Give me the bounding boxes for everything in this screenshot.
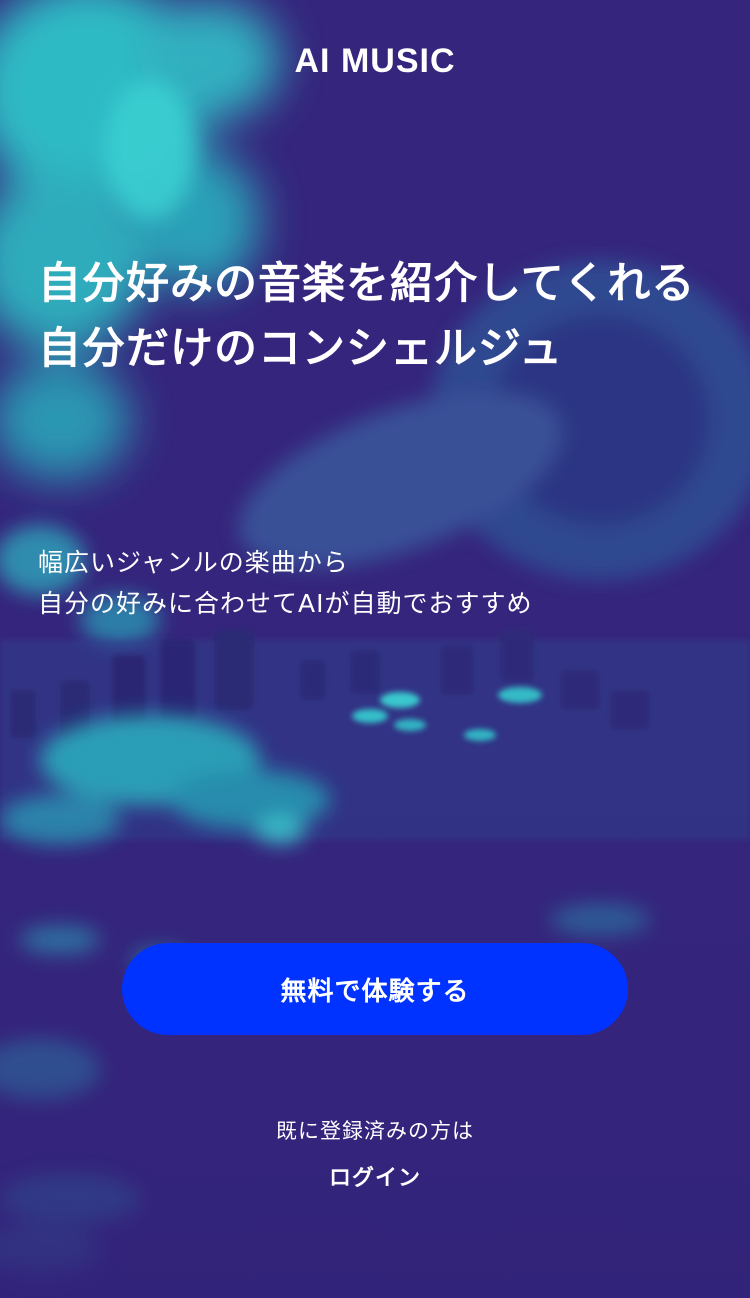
page-headline: 自分好みの音楽を紹介してくれる 自分だけのコンシェルジュ <box>38 252 728 382</box>
app-logo: AI MUSIC <box>294 42 456 80</box>
lead-text: 幅広いジャンルの楽曲から 自分の好みに合わせてAIが自動でおすすめ <box>38 542 728 624</box>
headline-line-1: 自分好みの音楽を紹介してくれる <box>38 259 696 309</box>
lead-line-1: 幅広いジャンルの楽曲から <box>38 548 349 577</box>
headline-line-2: 自分だけのコンシェルジュ <box>38 324 563 374</box>
lead-line-2: 自分の好みに合わせてAIが自動でおすすめ <box>38 589 533 618</box>
landing-screen: AI MUSIC 自分好みの音楽を紹介してくれる 自分だけのコンシェルジュ 幅広… <box>0 0 750 1298</box>
free-trial-button[interactable]: 無料で体験する <box>122 943 628 1035</box>
background-image <box>0 0 750 1298</box>
login-area: ログイン <box>0 1160 750 1192</box>
already-registered-text: 既に登録済みの方は <box>276 1119 474 1143</box>
login-link[interactable]: ログイン <box>329 1166 421 1191</box>
